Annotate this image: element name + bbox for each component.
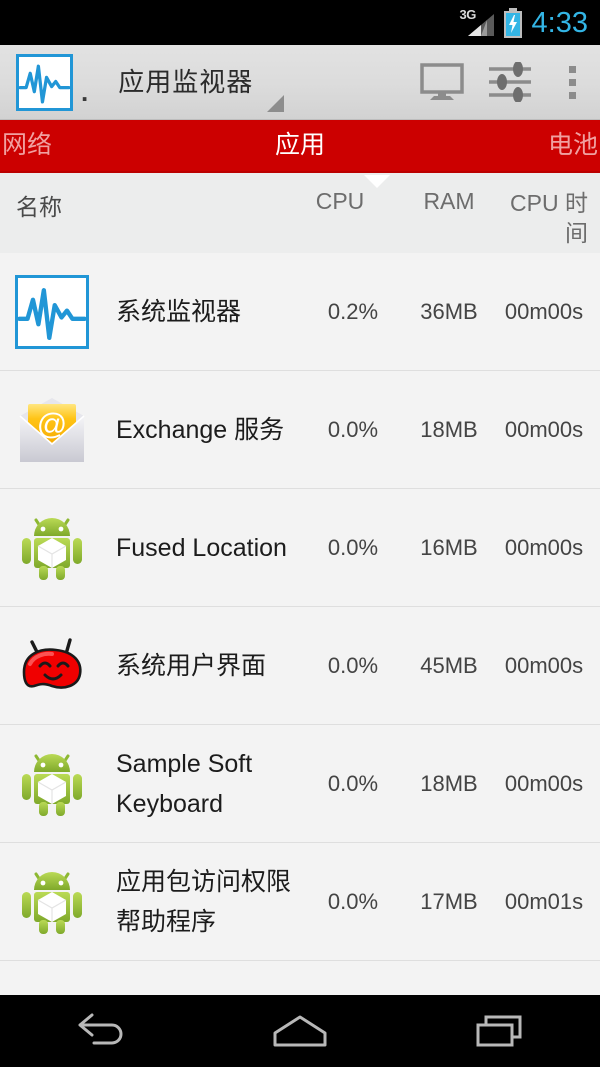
table-row[interactable]: 系统监视器 0.2% 36MB 00m00s [0, 253, 600, 371]
app-cpu-time: 00m00s [504, 770, 584, 796]
app-cpu: 0.0% [327, 534, 379, 560]
app-cpu-time: 00m00s [504, 298, 584, 324]
android-robot-icon [14, 746, 90, 822]
back-button[interactable] [35, 995, 165, 1067]
app-name: Fused Location [116, 533, 287, 562]
android-robot-icon [14, 510, 90, 586]
app-cpu-time: 00m00s [504, 416, 584, 442]
column-header-cpu-time[interactable]: CPU 时间 [498, 188, 588, 248]
app-cpu: 0.0% [327, 652, 379, 678]
app-cpu-time: 00m01s [504, 888, 584, 914]
app-ram: 45MB [420, 652, 478, 678]
recents-button[interactable] [435, 995, 565, 1067]
app-name: 应用包访问权限帮助程序 [116, 867, 292, 936]
app-cpu: 0.2% [327, 298, 379, 324]
table-row[interactable]: Sample Soft Keyboard 0.0% 18MB 00m00s [0, 725, 600, 843]
phone-screen: 3G 4:33 . 应用监视器 网络 应用 电池 名称 CPU RAM CPU … [0, 0, 600, 1067]
column-header-cpu[interactable]: CPU [310, 175, 396, 215]
jellybean-icon [14, 628, 90, 704]
app-ram: 16MB [420, 534, 478, 560]
app-name: 系统用户界面 [116, 651, 267, 680]
app-cpu: 0.0% [327, 416, 379, 442]
sort-descending-triangle-icon [364, 175, 391, 214]
overflow-menu-button[interactable] [544, 45, 600, 120]
column-header-ram[interactable]: RAM [408, 188, 490, 215]
status-bar: 3G 4:33 [0, 0, 600, 45]
action-bar-buttons [408, 45, 600, 119]
app-list[interactable]: 系统监视器 0.2% 36MB 00m00s @ Exchange 服务 0.0… [0, 253, 600, 995]
monitor-logo-box [15, 274, 89, 349]
android-box-icon [22, 753, 82, 816]
envelope-at-icon: @ [19, 397, 85, 462]
jellybean-mascot-icon [22, 637, 82, 689]
app-ram: 36MB [420, 298, 478, 324]
app-ram: 18MB [420, 416, 478, 442]
app-cpu: 0.0% [327, 770, 379, 796]
back-icon [78, 1013, 123, 1045]
table-row[interactable]: 应用包访问权限帮助程序 0.0% 17MB 00m01s [0, 843, 600, 961]
dropdown-triangle-icon[interactable] [267, 95, 285, 112]
battery-charging-icon [503, 7, 522, 38]
overflow-dot [568, 65, 576, 73]
logo-dot-separator: . [81, 77, 89, 107]
home-button[interactable] [235, 995, 365, 1067]
status-bar-clock: 4:33 [531, 6, 588, 39]
overflow-menu-icon [568, 65, 576, 99]
recents-icon [476, 1015, 522, 1047]
android-box-icon [22, 871, 82, 934]
waveform-icon [18, 287, 86, 340]
column-header-cpu-label: CPU [315, 188, 365, 214]
sliders-icon [489, 62, 531, 102]
waveform-icon [19, 64, 70, 104]
column-header-row: 名称 CPU RAM CPU 时间 [0, 173, 600, 253]
status-bar-right: 3G 4:33 [460, 6, 588, 39]
app-waveform-logo[interactable] [16, 53, 73, 111]
system-monitor-icon [14, 274, 90, 350]
action-bar: . 应用监视器 [0, 45, 600, 120]
android-robot-icon [14, 864, 90, 940]
app-ram: 17MB [420, 888, 478, 914]
app-ram: 18MB [420, 770, 478, 796]
android-box-icon [22, 517, 82, 580]
table-row[interactable]: 系统用户界面 0.0% 45MB 00m00s [0, 607, 600, 725]
table-row[interactable]: Fused Location 0.0% 16MB 00m00s [0, 489, 600, 607]
sliders-button[interactable] [476, 45, 544, 120]
home-icon [273, 1015, 327, 1047]
app-cpu-time: 00m00s [504, 534, 584, 560]
app-name: Exchange 服务 [116, 415, 285, 444]
app-name: Sample Soft Keyboard [116, 749, 253, 818]
navigation-bar [0, 995, 600, 1067]
monitor-button[interactable] [408, 45, 476, 120]
overflow-dot [568, 91, 576, 99]
app-title-block[interactable]: 应用监视器 [118, 65, 285, 112]
column-header-cpu-time-label: CPU 时间 [510, 190, 588, 246]
tab-apps[interactable]: 应用 [0, 119, 600, 172]
table-row[interactable]: @ Exchange 服务 0.0% 18MB 00m00s [0, 371, 600, 489]
overflow-dot [568, 78, 576, 86]
app-name: 系统监视器 [116, 297, 242, 326]
monitor-icon [420, 63, 464, 100]
app-cpu-time: 00m00s [504, 652, 584, 678]
tab-bar: 网络 应用 电池 [0, 120, 600, 173]
column-header-name[interactable]: 名称 [16, 188, 62, 222]
signal-strength-icon [467, 13, 494, 36]
tab-battery[interactable]: 电池 [548, 119, 598, 172]
email-envelope-icon: @ [14, 392, 90, 468]
app-cpu: 0.0% [327, 888, 379, 914]
column-header-ram-label: RAM [423, 188, 475, 214]
page-title: 应用监视器 [118, 67, 254, 97]
signal-bars-icon: 3G [460, 7, 494, 38]
